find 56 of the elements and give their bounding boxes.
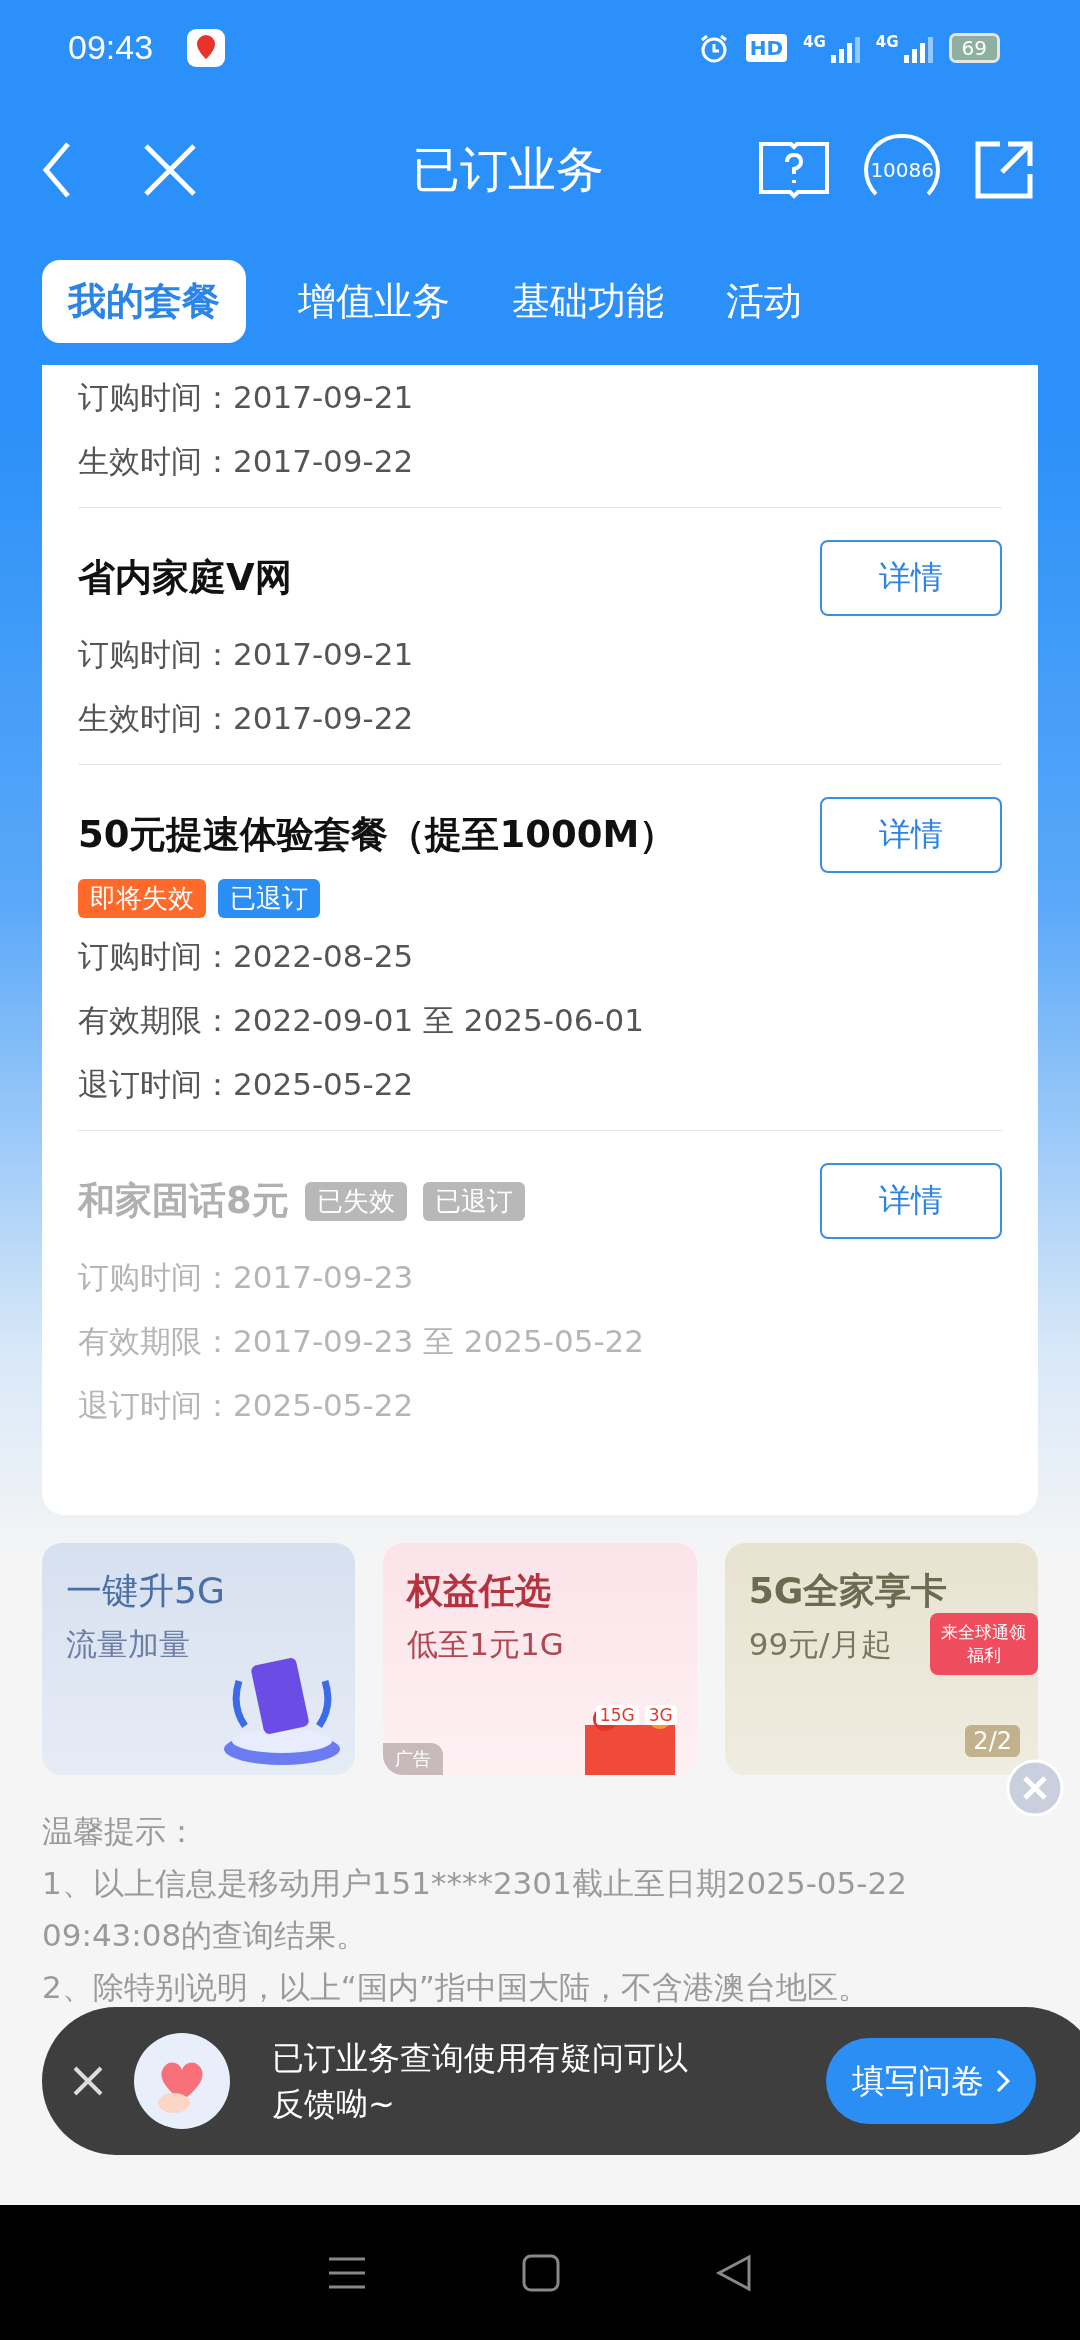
help-book-icon[interactable] bbox=[758, 140, 831, 200]
banner-subtitle: 流量加量 bbox=[66, 1625, 190, 1664]
tip-text: 1、以上信息是移动用户151****2301截止至日期2025-05-22 09:43:08的查询结果。 bbox=[42, 1864, 908, 1955]
battery-icon: 69 bbox=[948, 32, 1000, 63]
banner-subtitle: 99元/月起 bbox=[748, 1625, 892, 1664]
field-text: 退订时间：2025-05-22 bbox=[78, 1065, 415, 1104]
status-tag: 已退订 bbox=[422, 1181, 525, 1221]
product-name: 和家固话8元 bbox=[78, 1178, 289, 1224]
field-text: 订购时间：2022-08-25 bbox=[78, 937, 415, 976]
home-icon[interactable] bbox=[522, 2253, 560, 2292]
sticker-label: 3G bbox=[644, 1705, 677, 1725]
back-icon[interactable] bbox=[42, 140, 72, 200]
banner-title: 权益任选 bbox=[407, 1569, 552, 1613]
field-text: 订购时间：2017-09-23 bbox=[78, 1258, 415, 1297]
field-text: 订购时间：2017-09-21 bbox=[78, 378, 415, 417]
field-text: 有效期限：2017-09-23 至 2025-05-22 bbox=[78, 1322, 646, 1361]
promo-banner[interactable]: 权益任选 低至1元1G 15G 3G 广告 bbox=[383, 1543, 697, 1775]
banner-title: 5G全家享卡 bbox=[748, 1569, 948, 1613]
tab[interactable]: 活动 bbox=[716, 259, 812, 343]
tab[interactable]: 增值业务 bbox=[288, 259, 460, 343]
promo-banner[interactable]: 一键升5G 流量加量 bbox=[42, 1543, 356, 1775]
status-tag: 已退订 bbox=[218, 879, 320, 918]
map-app-icon bbox=[187, 28, 226, 67]
heart-hand-icon bbox=[132, 2031, 232, 2131]
tips-title: 温馨提示： bbox=[42, 1812, 198, 1851]
field-text: 退订时间：2025-05-22 bbox=[78, 1386, 415, 1425]
back-icon[interactable] bbox=[714, 2253, 753, 2292]
field-text: 有效期限：2022-09-01 至 2025-06-01 bbox=[78, 1001, 646, 1040]
tip-text: 2、除特别说明，以上“国内”指中国大陆，不含港澳台地区。 bbox=[42, 1968, 870, 2007]
product-name: 省内家庭V网 bbox=[78, 555, 292, 601]
chevron-right-icon bbox=[996, 2069, 1010, 2093]
close-icon[interactable] bbox=[72, 2065, 104, 2097]
gift-badge[interactable]: 来全球通领福利 bbox=[930, 1613, 1038, 1675]
hd-voice-icon: HD bbox=[745, 33, 788, 62]
promo-banner[interactable]: 5G全家享卡 99元/月起 来全球通领福利 2/2 bbox=[724, 1543, 1038, 1775]
tab[interactable]: 基础功能 bbox=[502, 259, 674, 343]
page-title: 已订业务 bbox=[411, 140, 606, 199]
banner-subtitle: 低至1元1G bbox=[407, 1625, 564, 1664]
field-text: 生效时间：2017-09-22 bbox=[78, 442, 415, 481]
details-button[interactable]: 详情 bbox=[820, 797, 1002, 873]
banner-title: 一键升5G bbox=[66, 1569, 225, 1613]
product-name: 50元提速体验套餐（提至1000M） bbox=[78, 812, 677, 858]
tab[interactable]: 我的套餐 bbox=[42, 259, 246, 343]
ad-label: 广告 bbox=[383, 1743, 444, 1775]
toast-message: 已订业务查询使用有疑问可以反馈呦~ bbox=[272, 2038, 689, 2125]
status-tag: 即将失效 bbox=[78, 879, 206, 918]
status-tag: 已失效 bbox=[304, 1181, 407, 1221]
field-text: 生效时间：2017-09-22 bbox=[78, 699, 415, 738]
sticker-label: 15G bbox=[595, 1705, 639, 1725]
share-icon[interactable] bbox=[974, 140, 1034, 200]
status-time: 09:43 bbox=[68, 28, 154, 67]
survey-button[interactable]: 填写问卷 bbox=[826, 2038, 1036, 2124]
details-button[interactable]: 详情 bbox=[820, 540, 1002, 616]
field-text: 订购时间：2017-09-21 bbox=[78, 635, 415, 674]
page-indicator: 2/2 bbox=[965, 1725, 1020, 1757]
menu-icon[interactable] bbox=[327, 2255, 368, 2290]
